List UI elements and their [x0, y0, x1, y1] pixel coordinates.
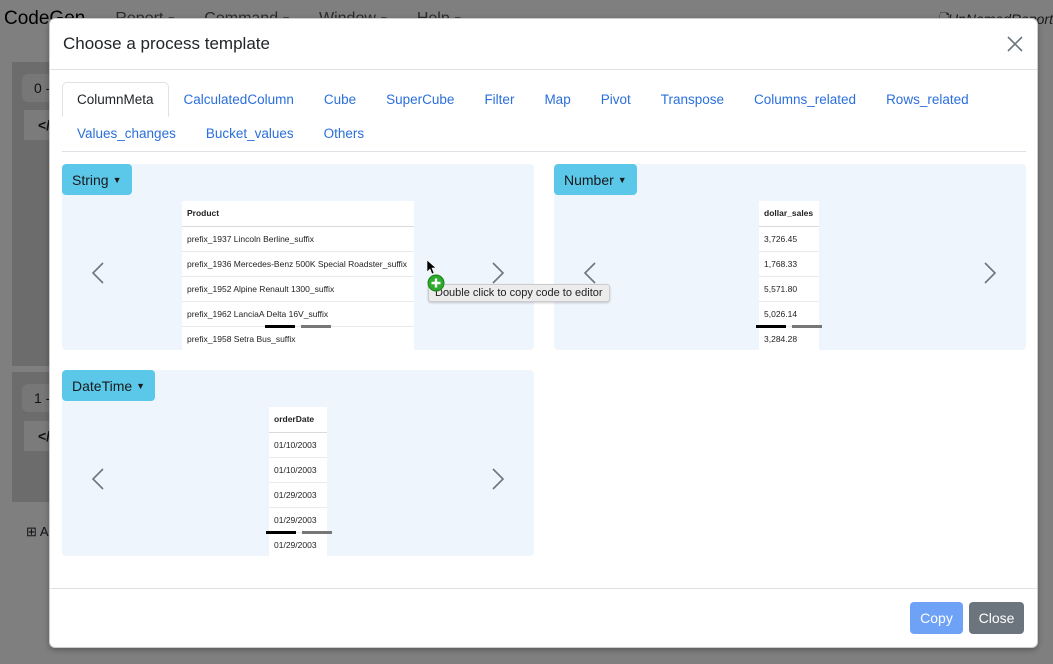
carousel-indicators	[756, 325, 822, 328]
carousel-indicator[interactable]	[265, 325, 295, 328]
table-cell: 01/29/2003	[269, 482, 327, 508]
copy-button[interactable]: Copy	[910, 602, 963, 634]
column-header: orderDate	[269, 407, 327, 433]
table-cell: 1,768.33	[759, 251, 819, 277]
tab-supercube[interactable]: SuperCube	[371, 82, 469, 117]
table-row: prefix_1936 Mercedes-Benz 500K Special R…	[182, 251, 414, 277]
table-cell: prefix_1962 LanciaA Delta 16V_suffix	[182, 301, 414, 327]
tab-calculatedcolumn[interactable]: CalculatedColumn	[169, 82, 309, 117]
template-card-number[interactable]: Number ▼ dollar_sales 3,726.45 1,768.33 5…	[554, 164, 1026, 350]
table-cell: 01/10/2003	[269, 457, 327, 483]
datetime-type-dropdown[interactable]: DateTime ▼	[62, 370, 156, 401]
tab-columnmeta[interactable]: ColumnMeta	[62, 82, 169, 117]
modal-body: ColumnMeta CalculatedColumn Cube SuperCu…	[50, 70, 1037, 564]
caret-down-icon: ▼	[112, 174, 122, 185]
copy-plus-icon	[427, 274, 445, 297]
table-row: 01/29/2003	[269, 507, 327, 533]
carousel-indicators	[265, 325, 331, 328]
table-cell: 3,726.45	[759, 226, 819, 252]
tab-filter[interactable]: Filter	[469, 82, 529, 117]
tab-cube[interactable]: Cube	[309, 82, 371, 117]
modal-header: Choose a process template	[50, 19, 1037, 70]
tab-pivot[interactable]: Pivot	[586, 82, 646, 117]
table-cell: 01/29/2003	[269, 507, 327, 533]
close-icon[interactable]	[1005, 34, 1025, 54]
tab-values-changes[interactable]: Values_changes	[62, 117, 191, 151]
template-card-string[interactable]: String ▼ Product prefix_1937 Lincoln Berl…	[62, 164, 534, 350]
caret-down-icon: ▼	[136, 380, 146, 391]
carousel-indicators	[266, 531, 332, 534]
type-label: String	[72, 171, 109, 188]
chevron-left-icon[interactable]	[582, 261, 598, 285]
table-row: prefix_1952 Alpine Renault 1300_suffix	[182, 276, 414, 302]
table-row: 01/29/2003	[269, 482, 327, 508]
caret-down-icon: ▼	[617, 174, 627, 185]
table-cell: 5,026.14	[759, 301, 819, 327]
table-cell: 01/10/2003	[269, 432, 327, 458]
tab-map[interactable]: Map	[529, 82, 585, 117]
table-row: 01/10/2003	[269, 432, 327, 458]
table-row: 01/10/2003	[269, 457, 327, 483]
template-cards: String ▼ Product prefix_1937 Lincoln Berl…	[62, 164, 1026, 564]
table-row: prefix_1937 Lincoln Berline_suffix	[182, 226, 414, 252]
tab-bucket-values[interactable]: Bucket_values	[191, 117, 309, 151]
process-template-modal: Choose a process template ColumnMeta Cal…	[49, 18, 1038, 648]
close-button[interactable]: Close	[969, 602, 1024, 634]
string-type-dropdown[interactable]: String ▼	[62, 164, 132, 195]
carousel-indicator[interactable]	[301, 325, 331, 328]
modal-footer: Copy Close	[50, 588, 1037, 647]
chevron-right-icon[interactable]	[490, 261, 506, 285]
chevron-left-icon[interactable]	[90, 467, 106, 491]
tab-others[interactable]: Others	[309, 117, 380, 151]
table-row: 01/29/2003	[269, 532, 327, 556]
tab-columns-related[interactable]: Columns_related	[739, 82, 871, 117]
table-cell: prefix_1936 Mercedes-Benz 500K Special R…	[182, 251, 414, 277]
number-type-dropdown[interactable]: Number ▼	[554, 164, 637, 195]
carousel-indicator[interactable]	[266, 531, 296, 534]
type-label: DateTime	[72, 377, 133, 394]
template-tabs: ColumnMeta CalculatedColumn Cube SuperCu…	[62, 82, 1026, 152]
chevron-right-icon[interactable]	[982, 261, 998, 285]
tab-transpose[interactable]: Transpose	[646, 82, 739, 117]
chevron-left-icon[interactable]	[90, 261, 106, 285]
table-cell: 3,284.28	[759, 326, 819, 350]
table-row: 1,768.33	[759, 251, 819, 277]
chevron-right-icon[interactable]	[490, 467, 506, 491]
carousel-indicator[interactable]	[756, 325, 786, 328]
table-row: prefix_1958 Setra Bus_suffix	[182, 326, 414, 350]
copy-hint-tooltip: Double click to copy code to editor	[428, 284, 610, 302]
carousel-indicator[interactable]	[302, 531, 332, 534]
type-label: Number	[564, 171, 614, 188]
column-header: dollar_sales	[759, 201, 819, 227]
table-cell: 5,571.80	[759, 276, 819, 302]
table-cell: prefix_1952 Alpine Renault 1300_suffix	[182, 276, 414, 302]
table-row: prefix_1962 LanciaA Delta 16V_suffix	[182, 301, 414, 327]
modal-title: Choose a process template	[63, 34, 270, 53]
table-row: 3,726.45	[759, 226, 819, 252]
table-cell: 01/29/2003	[269, 532, 327, 556]
template-card-datetime[interactable]: DateTime ▼ orderDate 01/10/2003 01/10/200…	[62, 370, 534, 556]
table-row: 3,284.28	[759, 326, 819, 350]
table-cell: prefix_1937 Lincoln Berline_suffix	[182, 226, 414, 252]
tab-rows-related[interactable]: Rows_related	[871, 82, 984, 117]
table-cell: prefix_1958 Setra Bus_suffix	[182, 326, 414, 350]
carousel-indicator[interactable]	[792, 325, 822, 328]
table-row: 5,026.14	[759, 301, 819, 327]
column-header: Product	[182, 201, 414, 227]
table-row: 5,571.80	[759, 276, 819, 302]
